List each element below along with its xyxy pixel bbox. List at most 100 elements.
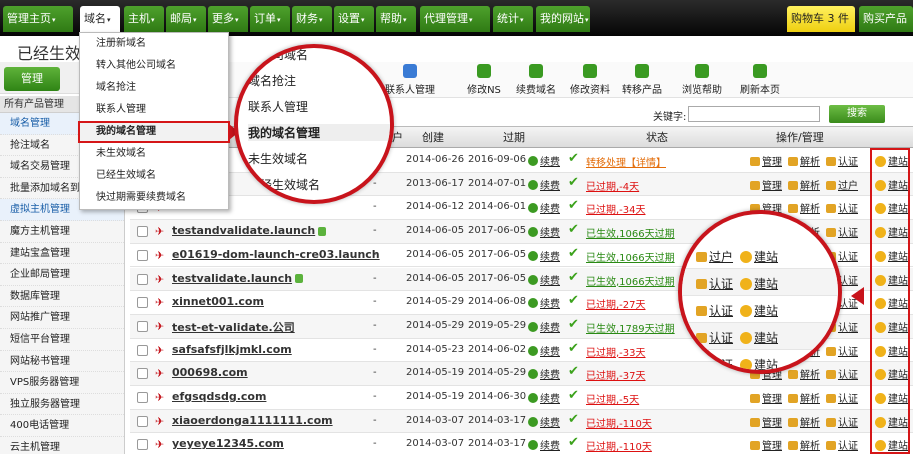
toolbar-button[interactable]: 联系人管理 [381, 62, 439, 98]
nav-tab-13[interactable]: 购买产品 [859, 6, 913, 32]
sidebar-item[interactable]: VPS服务器管理 [0, 372, 124, 394]
operation-link[interactable]: 认证 [826, 228, 858, 239]
status-text[interactable]: 已生效,1789天过期 [586, 320, 675, 335]
operation-link[interactable]: 管理 [750, 157, 782, 168]
toolbar-button[interactable]: 浏览帮助 [673, 62, 731, 98]
operation-link[interactable]: 解析 [788, 417, 820, 429]
operation-link[interactable]: 管理 [750, 180, 782, 192]
row-checkbox[interactable] [137, 439, 148, 451]
renew-link[interactable]: 续费 [528, 177, 560, 192]
operation-link[interactable]: 解析 [788, 180, 820, 192]
sidebar-item[interactable]: 魔方主机管理 [0, 221, 124, 243]
nav-tab-9[interactable]: 代理管理▾ [420, 6, 490, 32]
operation-link[interactable]: 认证 [826, 441, 858, 452]
row-checkbox[interactable] [137, 249, 148, 261]
operation-link[interactable]: 认证 [826, 370, 858, 381]
renew-link[interactable]: 续费 [528, 343, 560, 358]
dropdown-item[interactable]: 域名抢注 [80, 77, 228, 99]
sidebar-item[interactable]: 短信平台管理 [0, 329, 124, 351]
renew-link[interactable]: 续费 [528, 153, 560, 168]
nav-tab-7[interactable]: 设置▾ [334, 6, 374, 32]
status-text[interactable]: 已生效,1066天过期 [586, 249, 675, 264]
keyword-input[interactable] [688, 106, 820, 122]
operation-link[interactable]: 解析 [788, 157, 820, 168]
sidebar-item[interactable]: 400电话管理 [0, 415, 124, 437]
nav-tab-4[interactable]: 更多▾ [208, 6, 248, 32]
sidebar-item[interactable]: 建站宝盒管理 [0, 243, 124, 265]
status-text[interactable]: 已过期,-37天 [586, 367, 646, 382]
status-text[interactable]: 已过期,-5天 [586, 391, 639, 406]
renew-link[interactable]: 续费 [528, 366, 560, 381]
domain-name[interactable]: testandvalidate.launch [172, 224, 327, 237]
nav-tab-8[interactable]: 帮助▾ [376, 6, 416, 32]
sidebar-item[interactable]: 企业邮局管理 [0, 264, 124, 286]
operation-link[interactable]: 认证 [826, 417, 858, 429]
domain-name[interactable]: e01619-dom-launch-cre03.launch [172, 248, 380, 261]
nav-tab-6[interactable]: 财务▾ [292, 6, 332, 32]
dropdown-item[interactable]: 联系人管理 [80, 99, 228, 121]
status-text[interactable]: 已过期,-27天 [586, 296, 646, 311]
row-checkbox[interactable] [137, 344, 148, 356]
dropdown-item[interactable]: 快过期需要续费域名 [80, 187, 228, 209]
renew-link[interactable]: 续费 [528, 437, 560, 452]
operation-link[interactable]: 过户 [826, 180, 858, 192]
nav-tab-1[interactable]: 域名▾ [80, 6, 120, 32]
row-checkbox[interactable] [137, 297, 148, 309]
operation-link[interactable]: 管理 [750, 441, 782, 452]
operation-link[interactable]: 解析 [788, 370, 820, 381]
sidebar-item[interactable]: 数据库管理 [0, 286, 124, 308]
manage-button[interactable]: 管理 [4, 67, 60, 91]
status-text[interactable]: 已生效,1066天过期 [586, 273, 675, 288]
row-checkbox[interactable] [137, 415, 148, 427]
renew-link[interactable]: 续费 [528, 272, 560, 287]
renew-link[interactable]: 续费 [528, 319, 560, 334]
sidebar-item[interactable]: 云主机管理 [0, 437, 124, 454]
sidebar-item[interactable]: 独立服务器管理 [0, 394, 124, 416]
operation-link[interactable]: 管理 [750, 394, 782, 405]
sidebar-item[interactable]: 网站秘书管理 [0, 351, 124, 373]
renew-link[interactable]: 续费 [528, 248, 560, 263]
status-text[interactable]: 转移处理【详情】 [586, 154, 666, 169]
toolbar-button[interactable]: 续费域名 [507, 62, 565, 98]
status-text[interactable]: 已过期,-34天 [586, 201, 646, 216]
nav-tab-5[interactable]: 订单▾ [250, 6, 290, 32]
domain-name[interactable]: 000698.com [172, 366, 248, 379]
toolbar-button[interactable]: 修改NS [455, 62, 513, 98]
renew-link[interactable]: 续费 [528, 295, 560, 310]
nav-tab-12[interactable]: 购物车 3 件 [787, 6, 855, 32]
dropdown-item[interactable]: 未生效域名 [80, 143, 228, 165]
operation-link[interactable]: 解析 [788, 204, 820, 215]
dropdown-item[interactable]: 我的域名管理 [78, 121, 230, 143]
domain-name[interactable]: xinnet001.com [172, 295, 264, 308]
renew-link[interactable]: 续费 [528, 390, 560, 405]
operation-link[interactable]: 认证 [826, 394, 858, 405]
status-text[interactable]: 已过期,-110天 [586, 438, 652, 453]
operation-link[interactable]: 管理 [750, 417, 782, 429]
domain-name[interactable]: xiaoerdonga1111111.com [172, 414, 333, 427]
domain-name[interactable]: test-et-validate.公司 [172, 319, 295, 335]
row-checkbox[interactable] [137, 392, 148, 403]
row-checkbox[interactable] [137, 368, 148, 380]
search-button[interactable]: 搜索 [829, 105, 885, 123]
operation-link[interactable]: 认证 [826, 204, 858, 215]
toolbar-button[interactable]: 刷新本页 [731, 62, 789, 98]
nav-tab-0[interactable]: 管理主页▾ [3, 6, 73, 32]
domain-name[interactable]: testvalidate.launch [172, 272, 304, 285]
nav-tab-2[interactable]: 主机▾ [124, 6, 164, 32]
nav-tab-11[interactable]: 我的网站▾ [536, 6, 590, 32]
renew-link[interactable]: 续费 [528, 414, 560, 429]
toolbar-button[interactable]: 转移产品 [613, 62, 671, 98]
dropdown-item[interactable]: 转入其他公司域名 [80, 55, 228, 77]
renew-link[interactable]: 续费 [528, 200, 560, 215]
toolbar-button[interactable]: 修改资料 [561, 62, 619, 98]
status-text[interactable]: 已过期,-110天 [586, 415, 652, 430]
status-text[interactable]: 已生效,1066天过期 [586, 225, 675, 240]
row-checkbox[interactable] [137, 226, 148, 238]
operation-link[interactable]: 认证 [826, 157, 858, 168]
domain-name[interactable]: efgsqdsdg.com [172, 390, 266, 403]
renew-link[interactable]: 续费 [528, 224, 560, 239]
domain-name[interactable]: yeyeye12345.com [172, 437, 284, 450]
domain-name[interactable]: safsafsfjlkjmkl.com [172, 343, 292, 356]
status-text[interactable]: 已过期,-4天 [586, 178, 639, 193]
nav-tab-3[interactable]: 邮局▾ [166, 6, 206, 32]
